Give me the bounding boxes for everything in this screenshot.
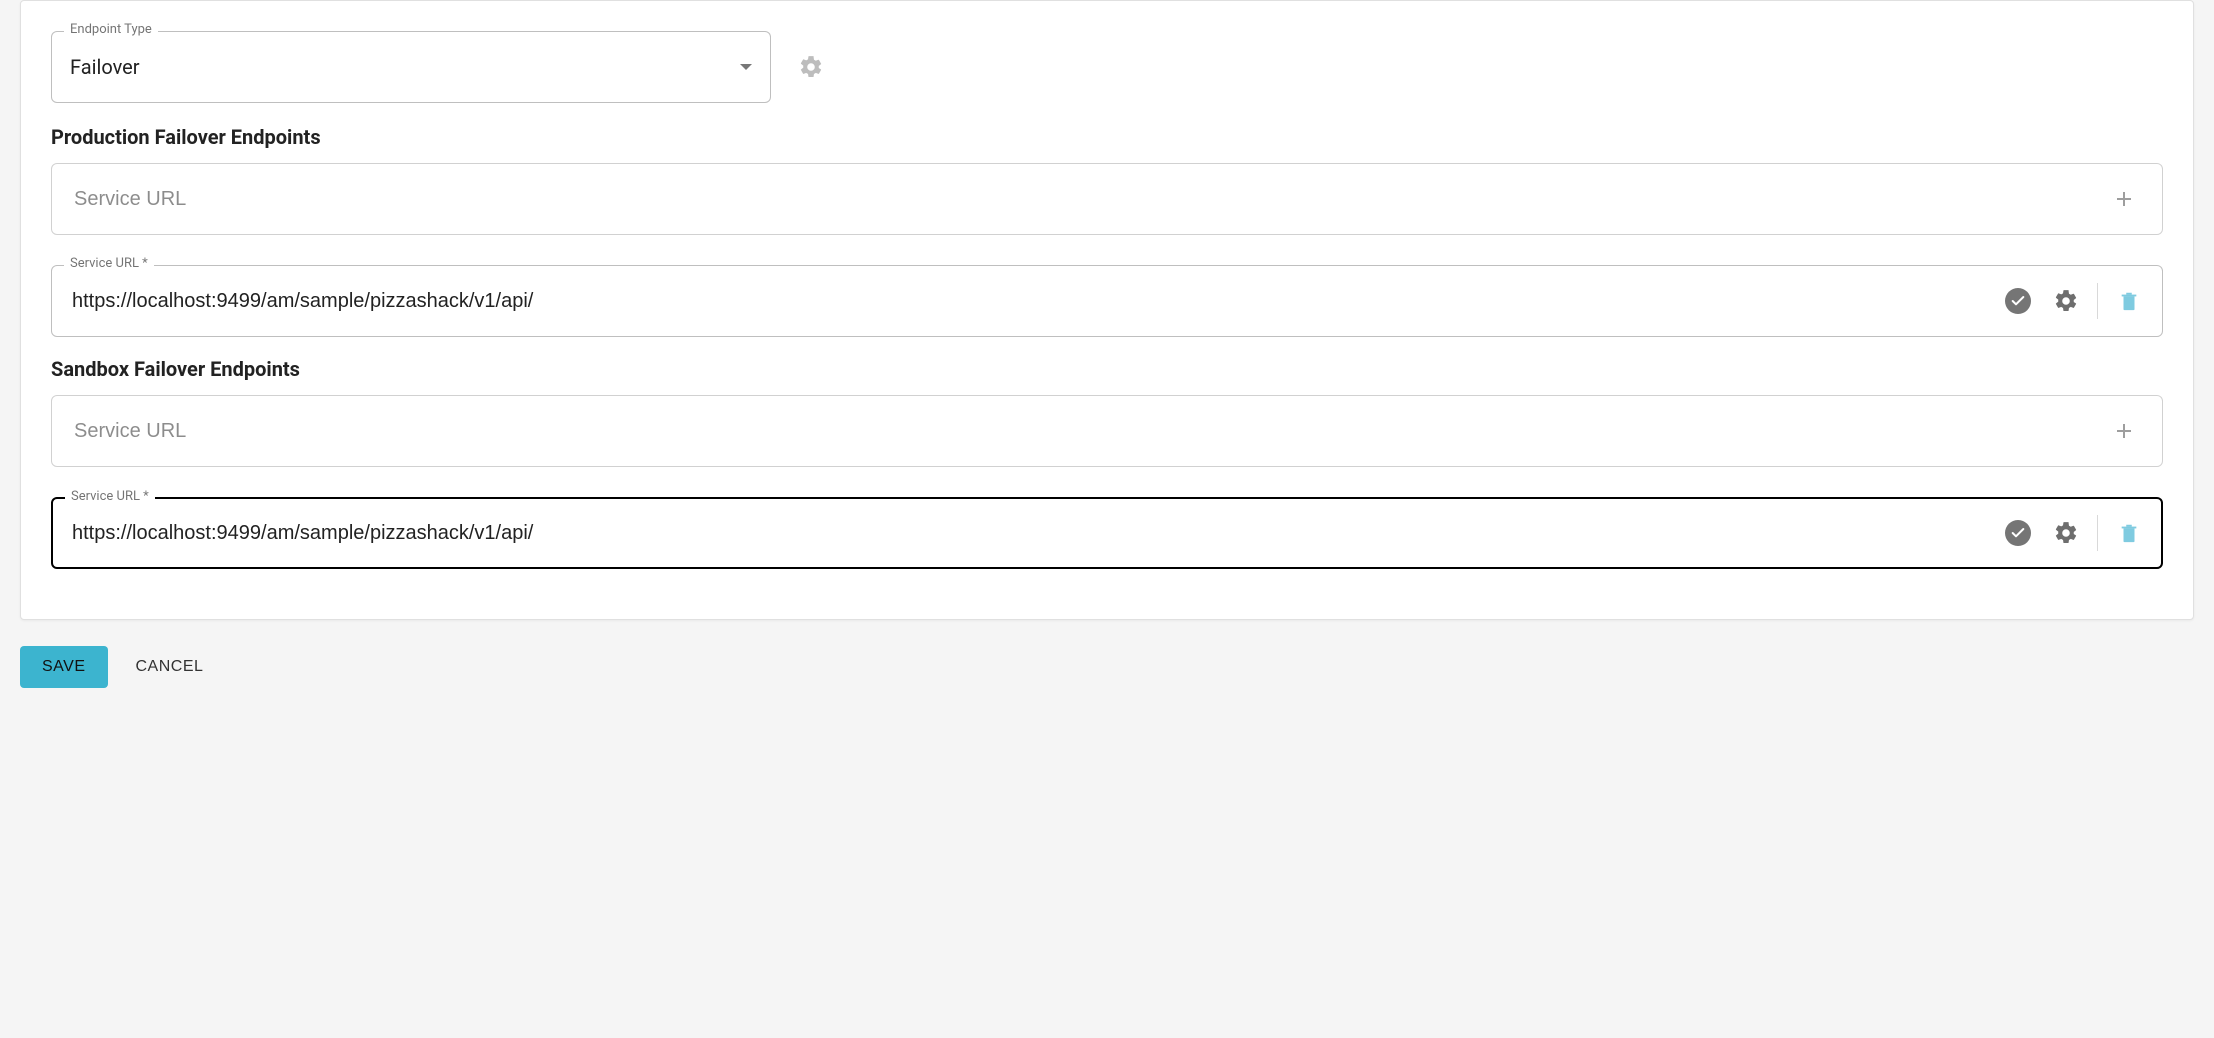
gear-icon bbox=[798, 54, 824, 80]
cancel-button[interactable]: CANCEL bbox=[130, 646, 210, 688]
endpoint-type-label: Endpoint Type bbox=[64, 23, 158, 36]
production-row-actions bbox=[2001, 283, 2146, 319]
row-divider bbox=[2097, 515, 2098, 551]
footer-actions: SAVE CANCEL bbox=[20, 646, 2194, 688]
production-url-row: Service URL * bbox=[51, 265, 2163, 337]
sandbox-url-label: Service URL * bbox=[65, 490, 155, 503]
trash-icon bbox=[2118, 521, 2140, 545]
trash-icon bbox=[2118, 289, 2140, 313]
production-url-input[interactable] bbox=[70, 289, 1991, 314]
endpoint-type-value: Failover bbox=[70, 55, 140, 79]
endpoint-type-select[interactable]: Endpoint Type Failover bbox=[51, 31, 771, 103]
endpoint-type-settings-button[interactable] bbox=[791, 47, 831, 87]
production-delete-button[interactable] bbox=[2112, 284, 2146, 318]
plus-icon bbox=[2112, 187, 2136, 211]
production-add-url-row bbox=[51, 163, 2163, 235]
sandbox-add-url-input[interactable] bbox=[72, 419, 2106, 444]
production-settings-button[interactable] bbox=[2049, 284, 2083, 318]
endpoints-card: Endpoint Type Failover Production Failov… bbox=[20, 0, 2194, 620]
check-circle-icon bbox=[2005, 288, 2031, 314]
sandbox-add-url-button[interactable] bbox=[2106, 413, 2142, 449]
production-validate-button[interactable] bbox=[2001, 284, 2035, 318]
gear-icon bbox=[2053, 520, 2079, 546]
check-circle-icon bbox=[2005, 520, 2031, 546]
sandbox-url-row: Service URL * bbox=[51, 497, 2163, 569]
gear-icon bbox=[2053, 288, 2079, 314]
sandbox-row-actions bbox=[2001, 515, 2146, 551]
sandbox-settings-button[interactable] bbox=[2049, 516, 2083, 550]
production-url-label: Service URL * bbox=[64, 257, 154, 270]
chevron-down-icon bbox=[740, 64, 752, 70]
sandbox-delete-button[interactable] bbox=[2112, 516, 2146, 550]
sandbox-section-title: Sandbox Failover Endpoints bbox=[51, 357, 2163, 381]
plus-icon bbox=[2112, 419, 2136, 443]
production-add-url-input[interactable] bbox=[72, 187, 2106, 212]
sandbox-validate-button[interactable] bbox=[2001, 516, 2035, 550]
endpoint-type-row: Endpoint Type Failover bbox=[51, 31, 2163, 103]
sandbox-add-url-row bbox=[51, 395, 2163, 467]
save-button[interactable]: SAVE bbox=[20, 646, 108, 688]
production-section-title: Production Failover Endpoints bbox=[51, 125, 2163, 149]
sandbox-url-input[interactable] bbox=[70, 521, 1991, 546]
row-divider bbox=[2097, 283, 2098, 319]
production-add-url-button[interactable] bbox=[2106, 181, 2142, 217]
